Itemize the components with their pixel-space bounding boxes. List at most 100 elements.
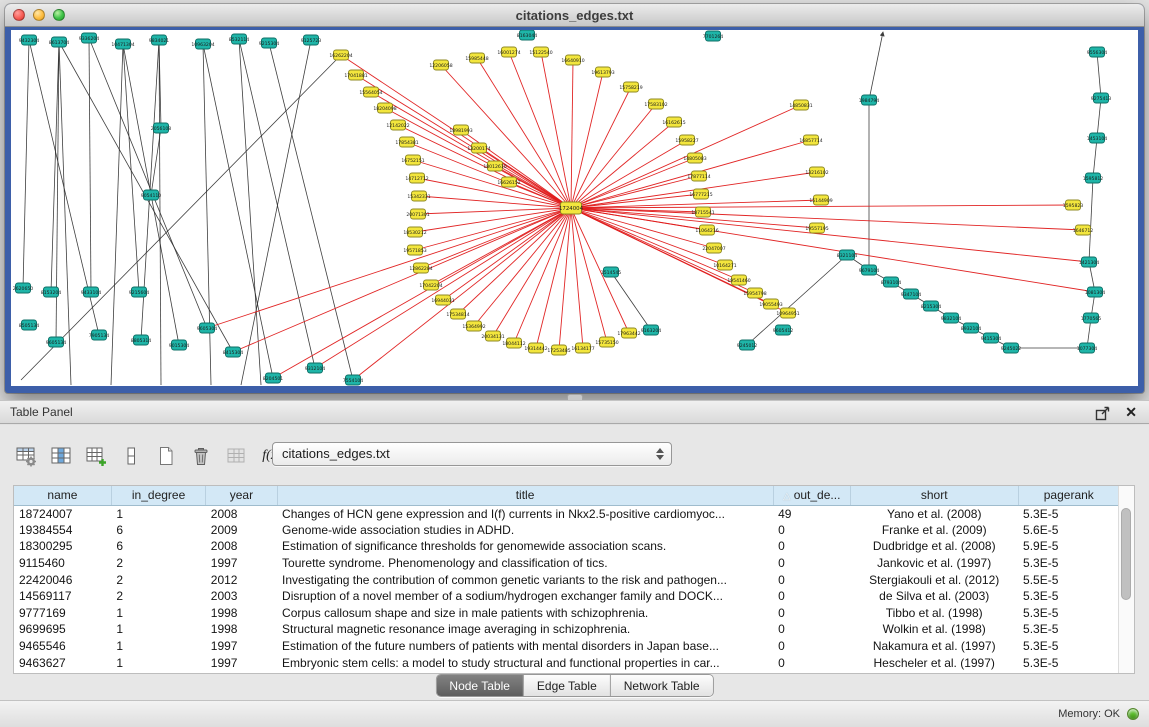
table-cell[interactable]: de Silva et al. (2003) — [850, 588, 1018, 605]
window-minimize-button[interactable] — [33, 9, 45, 21]
graph-node[interactable]: 9215604 — [129, 287, 150, 297]
graph-node[interactable]: 9312104 — [305, 363, 326, 373]
table-row[interactable]: 1872400712008Changes of HCN gene express… — [14, 505, 1120, 522]
table-cell[interactable]: 1 — [111, 638, 205, 655]
new-document-button[interactable] — [152, 443, 180, 469]
column-header-title[interactable]: title — [277, 486, 773, 505]
graph-node[interactable]: 9163204 — [641, 325, 662, 335]
table-cell[interactable]: 0 — [773, 538, 850, 555]
table-cell[interactable]: 1 — [111, 505, 205, 522]
table-cell[interactable]: 5.3E-5 — [1018, 588, 1119, 605]
graph-node[interactable]: 17042204 — [419, 280, 442, 290]
graph-node[interactable]: 10963204 — [191, 39, 214, 49]
table-cell[interactable]: 0 — [773, 654, 850, 671]
table-selector-dropdown[interactable]: citations_edges.txt — [272, 442, 672, 466]
table-cell[interactable]: 1998 — [206, 605, 277, 622]
column-header-name[interactable]: name — [14, 486, 111, 505]
graph-node[interactable]: 11064216 — [695, 225, 718, 235]
table-cell[interactable]: Tourette syndrome. Phenomenology and cla… — [277, 555, 773, 572]
graph-node[interactable]: 9275413 — [1091, 93, 1112, 103]
column-header-out_de[interactable]: △out_de... — [773, 486, 850, 505]
table-cell[interactable]: Genome-wide association studies in ADHD. — [277, 522, 773, 539]
table-cell[interactable]: Jankovic et al. (1997) — [850, 555, 1018, 572]
table-row[interactable]: 977716911998Corpus callosum shape and si… — [14, 605, 1120, 622]
table-cell[interactable]: 0 — [773, 555, 850, 572]
table-cell[interactable]: 5.3E-5 — [1018, 638, 1119, 655]
graph-node[interactable]: 8153204 — [41, 287, 62, 297]
graph-node[interactable]: 1514545 — [601, 267, 622, 277]
graph-node[interactable]: 15364992 — [462, 321, 485, 331]
graph-node[interactable]: 15342331 — [407, 191, 430, 201]
graph-node[interactable]: 2056108 — [151, 123, 172, 133]
graph-node[interactable]: 9832104 — [941, 313, 962, 323]
table-cell[interactable]: 9777169 — [14, 605, 111, 622]
table-cell[interactable]: 2003 — [206, 588, 277, 605]
graph-node[interactable]: 20071301 — [406, 209, 429, 219]
table-cell[interactable]: 22420046 — [14, 571, 111, 588]
table-row[interactable]: 946362711997Embryonic stem cells: a mode… — [14, 654, 1120, 671]
graph-node[interactable]: 8204501 — [263, 373, 284, 383]
table-cell[interactable]: 6 — [111, 538, 205, 555]
table-cell[interactable]: 1 — [111, 621, 205, 638]
graph-node[interactable]: 18044112 — [502, 338, 525, 348]
graph-node[interactable]: 17041881 — [344, 70, 367, 80]
graph-node[interactable]: 1595823 — [1063, 200, 1084, 210]
graph-node[interactable]: 12206058 — [429, 60, 452, 70]
graph-node[interactable]: 1077304 — [1077, 343, 1098, 353]
graph-node[interactable]: 18530212 — [403, 227, 426, 237]
table-row[interactable]: 2242004622012Investigating the contribut… — [14, 571, 1120, 588]
table-cell[interactable]: Embryonic stem cells: a model to study s… — [277, 654, 773, 671]
graph-node[interactable]: 15758219 — [619, 82, 642, 92]
graph-node[interactable]: 15564054 — [359, 87, 382, 97]
graph-node[interactable]: 9054110 — [141, 190, 162, 200]
graph-node[interactable]: 1453104 — [1087, 133, 1108, 143]
graph-node[interactable]: 16752151 — [401, 155, 424, 165]
graph-node[interactable]: 9605412 — [773, 325, 794, 335]
table-options-button[interactable] — [12, 443, 40, 469]
graph-node[interactable]: 9433104 — [81, 287, 102, 297]
table-cell[interactable]: Stergiakouli et al. (2012) — [850, 571, 1018, 588]
graph-node[interactable]: 14850831 — [789, 100, 812, 110]
table-cell[interactable]: Hescheler et al. (1997) — [850, 654, 1018, 671]
graph-node[interactable]: 16944031 — [431, 295, 454, 305]
table-row[interactable]: 969969511998Structural magnetic resonanc… — [14, 621, 1120, 638]
graph-node[interactable]: 1595812 — [1083, 173, 1104, 183]
graph-node[interactable]: 14805083 — [683, 153, 706, 163]
table-cell[interactable]: 2 — [111, 555, 205, 572]
graph-node[interactable]: 15122540 — [529, 47, 552, 57]
table-cell[interactable]: 5.3E-5 — [1018, 555, 1119, 572]
table-row[interactable]: 1456911722003Disruption of a novel membe… — [14, 588, 1120, 605]
table-cell[interactable]: Structural magnetic resonance image aver… — [277, 621, 773, 638]
graph-node[interactable]: 9679104 — [859, 265, 880, 275]
graph-node[interactable]: 1646712 — [1073, 225, 1094, 235]
table-cell[interactable]: 5.5E-5 — [1018, 571, 1119, 588]
float-panel-button[interactable] — [1095, 405, 1111, 421]
table-cell[interactable]: 14569117 — [14, 588, 111, 605]
table-cell[interactable]: 2008 — [206, 538, 277, 555]
show-columns-button[interactable] — [47, 443, 75, 469]
graph-node[interactable]: 15144909 — [809, 195, 832, 205]
graph-node[interactable]: 8932104 — [961, 323, 982, 333]
window-titlebar[interactable]: citations_edges.txt — [5, 4, 1144, 27]
table-cell[interactable]: 0 — [773, 588, 850, 605]
graph-node[interactable]: 17877114 — [687, 171, 710, 181]
graph-node[interactable]: 8163044 — [517, 30, 538, 40]
table-cell[interactable]: 9463627 — [14, 654, 111, 671]
graph-node[interactable]: 9605134 — [46, 337, 67, 347]
column-button[interactable] — [117, 443, 145, 469]
table-cell[interactable]: 9699695 — [14, 621, 111, 638]
table-cell[interactable]: Franke et al. (2009) — [850, 522, 1018, 539]
table-cell[interactable]: Corpus callosum shape and size in male p… — [277, 605, 773, 622]
graph-node[interactable]: 8805314 — [131, 335, 152, 345]
graph-node[interactable]: 7905134 — [89, 330, 110, 340]
table-row[interactable]: 911546021997Tourette syndrome. Phenomeno… — [14, 555, 1120, 572]
table-cell[interactable]: 5.3E-5 — [1018, 621, 1119, 638]
graph-node[interactable]: 9125723 — [301, 35, 322, 45]
table-row[interactable]: 946554611997Estimation of the future num… — [14, 638, 1120, 655]
table-cell[interactable]: 5.9E-5 — [1018, 538, 1119, 555]
graph-node[interactable]: 16134177 — [571, 343, 594, 353]
graph-node[interactable]: 1421304 — [1079, 257, 1100, 267]
table-cell[interactable]: Estimation of significance thresholds fo… — [277, 538, 773, 555]
vertical-scrollbar[interactable] — [1118, 486, 1134, 673]
window-close-button[interactable] — [13, 9, 25, 21]
